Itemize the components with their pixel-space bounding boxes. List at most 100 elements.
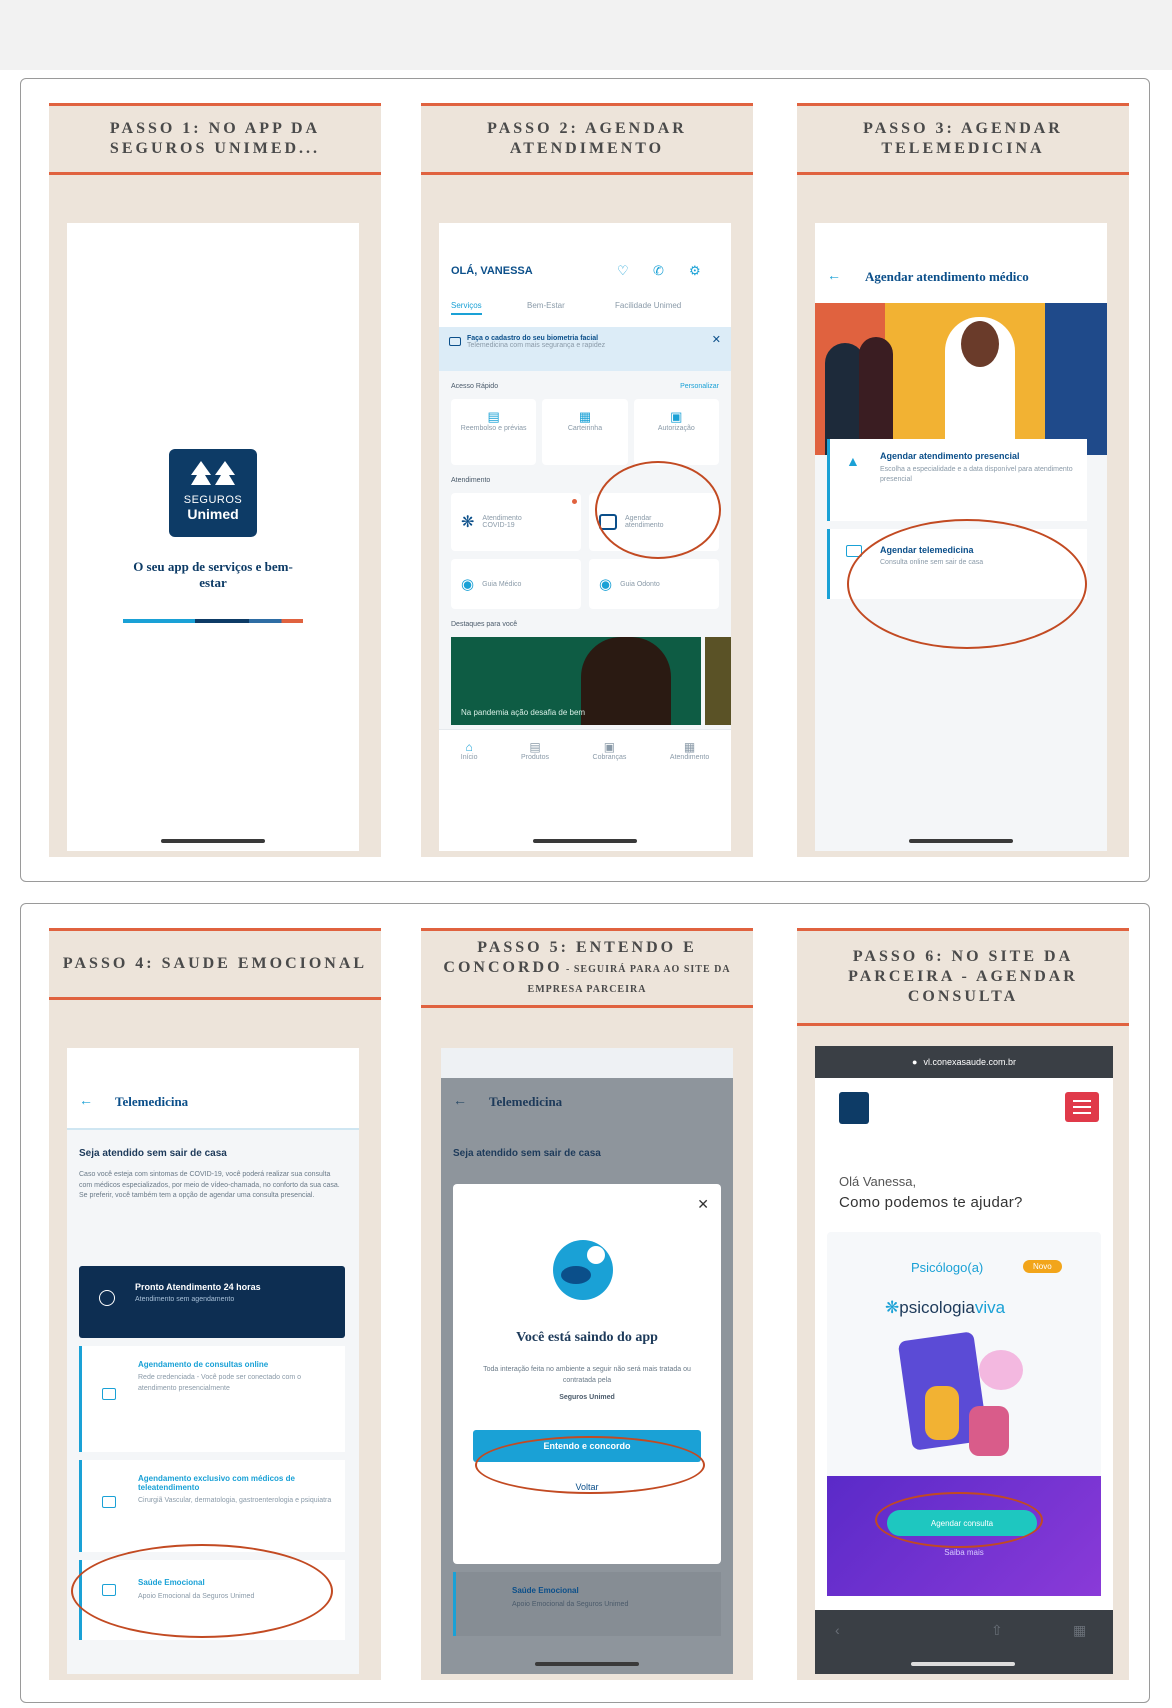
step-1-card: PASSO 1: NO APP DA SEGUROS UNIMED... SEG… bbox=[49, 103, 381, 857]
share-icon[interactable]: ⇧ bbox=[991, 1622, 1003, 1639]
calendar-icon bbox=[102, 1496, 116, 1508]
home-indicator bbox=[909, 839, 1013, 843]
site-hello: Olá Vanessa, bbox=[839, 1174, 917, 1189]
url-text: vl.conexasaude.com.br bbox=[923, 1057, 1016, 1067]
promo-banner-2[interactable] bbox=[705, 637, 731, 725]
pronto-text: Atendimento sem agendamento bbox=[135, 1296, 235, 1303]
products-icon: ▤ bbox=[529, 740, 541, 754]
phone-icon[interactable]: ✆ bbox=[653, 263, 664, 279]
step-2-caption: PASSO 2: AGENDAR ATENDIMENTO bbox=[421, 103, 753, 175]
tab-bem-estar[interactable]: Bem-Estar bbox=[527, 301, 565, 310]
step-3-caption: PASSO 3: AGENDAR TELEMEDICINA bbox=[797, 103, 1129, 175]
step-3-card: PASSO 3: AGENDAR TELEMEDICINA ← Agendar … bbox=[797, 103, 1129, 857]
service-title: Psicólogo(a) bbox=[911, 1260, 984, 1275]
item1-text: Rede credenciada - Você pode ser conecta… bbox=[138, 1374, 302, 1392]
back-arrow-icon[interactable]: ← bbox=[827, 267, 841, 283]
tele-subtitle-dimmed: Seja atendido sem sair de casa bbox=[453, 1148, 601, 1159]
settings-icon[interactable]: ⚙ bbox=[689, 263, 701, 279]
quick-label: Autorização bbox=[657, 425, 695, 432]
tab-facilidade[interactable]: Facilidade Unimed bbox=[615, 301, 681, 310]
calendar-icon bbox=[102, 1388, 116, 1400]
customize-link[interactable]: Personalizar bbox=[680, 383, 719, 390]
pronto-title: Pronto Atendimento 24 horas bbox=[135, 1282, 261, 1292]
highlight-agendar-telemedicina bbox=[847, 519, 1087, 649]
psicologiaviva-logo: ❋psicologiaviva bbox=[885, 1298, 1005, 1318]
attend-covid[interactable]: ❋ Atendimento COVID-19 bbox=[451, 493, 581, 551]
quick-reembolso[interactable]: ▤ Reembolso e prévias bbox=[451, 399, 537, 465]
notification-dot bbox=[572, 499, 577, 504]
option-presencial-title: Agendar atendimento presencial bbox=[880, 451, 1020, 461]
attend-guia-medico[interactable]: ◉ Guia Médico bbox=[451, 559, 581, 609]
tele-subtitle: Seja atendido sem sair de casa bbox=[79, 1148, 227, 1159]
attend-label: Atendimento COVID-19 bbox=[482, 515, 522, 529]
attend-label: Guia Odonto bbox=[620, 580, 660, 588]
chat-icon: ▦ bbox=[683, 740, 696, 754]
biometria-banner[interactable]: Faça o cadastro do seu biometria facial … bbox=[439, 327, 731, 371]
step-6-caption: PASSO 6: NO SITE DA PARCEIRA - AGENDAR C… bbox=[797, 928, 1129, 1026]
bell-icon[interactable]: ♡ bbox=[617, 263, 629, 279]
promo-person-image bbox=[581, 637, 671, 725]
banner-title: Faça o cadastro do seu biometria facial bbox=[467, 335, 599, 342]
camera-icon bbox=[449, 337, 461, 346]
nav-label: Atendimento bbox=[669, 754, 710, 761]
rocket-globe-icon bbox=[553, 1240, 613, 1300]
quick-label: Reembolso e prévias bbox=[460, 425, 527, 432]
promo-banner[interactable]: Na pandemia ação desafia de bem bbox=[451, 637, 701, 725]
logo-line-2: Unimed bbox=[187, 506, 239, 522]
menu-icon[interactable] bbox=[1065, 1092, 1099, 1122]
splash-tagline: O seu app de serviços e bem-estar bbox=[133, 559, 293, 591]
location-icon: ◉ bbox=[599, 576, 613, 593]
pronto-atendimento-card[interactable]: Pronto Atendimento 24 horas Atendimento … bbox=[79, 1266, 345, 1338]
highlight-entendo-concordo bbox=[475, 1436, 705, 1494]
card-icon: ▦ bbox=[578, 409, 592, 424]
tabs-icon[interactable]: ▦ bbox=[1073, 1622, 1086, 1639]
virus-icon: ❋ bbox=[461, 514, 475, 531]
close-icon[interactable]: ✕ bbox=[697, 1196, 709, 1213]
close-icon[interactable]: ✕ bbox=[712, 333, 721, 346]
highlight-saude-emocional bbox=[71, 1544, 333, 1638]
back-arrow-icon[interactable]: ← bbox=[79, 1092, 93, 1108]
for-you-label: Destaques para você bbox=[451, 621, 518, 628]
back-icon[interactable]: ‹ bbox=[835, 1622, 840, 1638]
nav-atendimento[interactable]: ▦ Atendimento bbox=[670, 740, 709, 761]
nav-cobrancas[interactable]: ▣ Cobranças bbox=[593, 740, 627, 761]
brand-b: viva bbox=[974, 1298, 1006, 1317]
item-consultas-online[interactable]: Agendamento de consultas online Rede cre… bbox=[79, 1346, 345, 1452]
nav-label: Produtos bbox=[521, 754, 550, 761]
quick-autorizacao[interactable]: ▣ Autorização bbox=[633, 399, 719, 465]
nav-label: Início bbox=[460, 754, 478, 761]
step-4-caption: PASSO 4: SAUDE EMOCIONAL bbox=[49, 928, 381, 1000]
nav-produtos[interactable]: ▤ Produtos bbox=[521, 740, 549, 761]
option-presencial[interactable]: ▲ Agendar atendimento presencial Escolha… bbox=[827, 439, 1087, 521]
saude-emocional-dimmed: Saúde Emocional Apoio Emocional da Segur… bbox=[453, 1572, 721, 1636]
nav-inicio[interactable]: ⌂ Início bbox=[461, 740, 478, 761]
attendance-label: Atendimento bbox=[451, 477, 491, 484]
site-question: Como podemos te ajudar? bbox=[839, 1194, 1023, 1211]
page-top-band bbox=[0, 0, 1172, 70]
highlight-agendar-atendimento bbox=[595, 461, 721, 559]
home-icon: ⌂ bbox=[465, 740, 473, 754]
home-indicator bbox=[533, 839, 637, 843]
item-telemedicina-exclusivo[interactable]: Agendamento exclusivo com médicos de tel… bbox=[79, 1460, 345, 1552]
browser-url-bar[interactable]: ● vl.conexasaude.com.br bbox=[815, 1046, 1113, 1078]
site-logo[interactable] bbox=[839, 1092, 869, 1124]
quick-label: Carteirinha bbox=[567, 425, 603, 432]
option-presencial-text: Escolha a especialidade e a data disponí… bbox=[880, 466, 1073, 483]
quick-carteirinha[interactable]: ▦ Carteirinha bbox=[542, 399, 628, 465]
banner-text: Telemedicina com mais segurança e rapide… bbox=[467, 342, 606, 349]
flower-icon: ❋ bbox=[885, 1298, 900, 1317]
home-indicator bbox=[911, 1662, 1015, 1666]
clock-icon bbox=[99, 1290, 115, 1306]
learn-more-link[interactable]: Saiba mais bbox=[827, 1548, 1101, 1557]
tab-servicos[interactable]: Serviços bbox=[451, 301, 482, 315]
attend-guia-odonto[interactable]: ◉ Guia Odonto bbox=[589, 559, 719, 609]
receipt-icon: ▤ bbox=[487, 409, 500, 424]
therapy-illustration bbox=[897, 1331, 1029, 1466]
tree-icon bbox=[191, 461, 235, 485]
telemedicine-title-dimmed: Telemedicina bbox=[489, 1094, 563, 1109]
building-icon: ▲ bbox=[846, 453, 860, 469]
telemedicine-title: Telemedicina bbox=[115, 1094, 189, 1109]
item2-title: Agendamento exclusivo com médicos de tel… bbox=[138, 1474, 295, 1492]
tele-body: Caso você esteja com sintomas de COVID-1… bbox=[79, 1171, 340, 1199]
home-indicator bbox=[535, 1662, 639, 1666]
